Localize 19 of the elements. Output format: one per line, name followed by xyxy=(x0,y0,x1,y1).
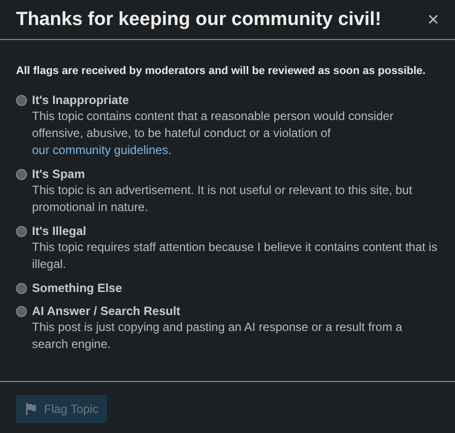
intro-text: All flags are received by moderators and will be reviewed as soon as possible. xyxy=(16,65,427,77)
guidelines-link[interactable]: our community guidelines xyxy=(32,143,168,157)
radio-button[interactable] xyxy=(16,306,27,317)
radio-button[interactable] xyxy=(16,95,27,106)
flag-icon xyxy=(25,403,37,415)
radio-button[interactable] xyxy=(16,283,27,294)
option-label[interactable]: AI Answer / Search Result xyxy=(32,304,439,319)
close-button[interactable]: × xyxy=(425,10,441,30)
option-description: This topic requires staff attention because I believe it contains content that is illegal. xyxy=(32,239,438,273)
option-label[interactable]: It's Inappropriate xyxy=(32,93,439,108)
option-description: This topic is an advertisement. It is not useful or relevant to this site, but promotional in nature. xyxy=(32,182,414,216)
option-description: This post is just copying and pasting an AI response or a result from a search engine. xyxy=(32,319,404,353)
option-label[interactable]: It's Illegal xyxy=(32,224,439,239)
dialog-title: Thanks for keeping our community civil! xyxy=(16,8,382,30)
option-label[interactable]: Something Else xyxy=(32,281,122,296)
radio-button[interactable] xyxy=(16,226,27,237)
option-description: This topic contains content that a reasonable person would consider offensive, abusive, to be hateful conduct or a violation of our community guidelines. xyxy=(32,108,395,159)
radio-button[interactable] xyxy=(16,169,27,180)
option-label[interactable]: It's Spam xyxy=(32,167,439,182)
